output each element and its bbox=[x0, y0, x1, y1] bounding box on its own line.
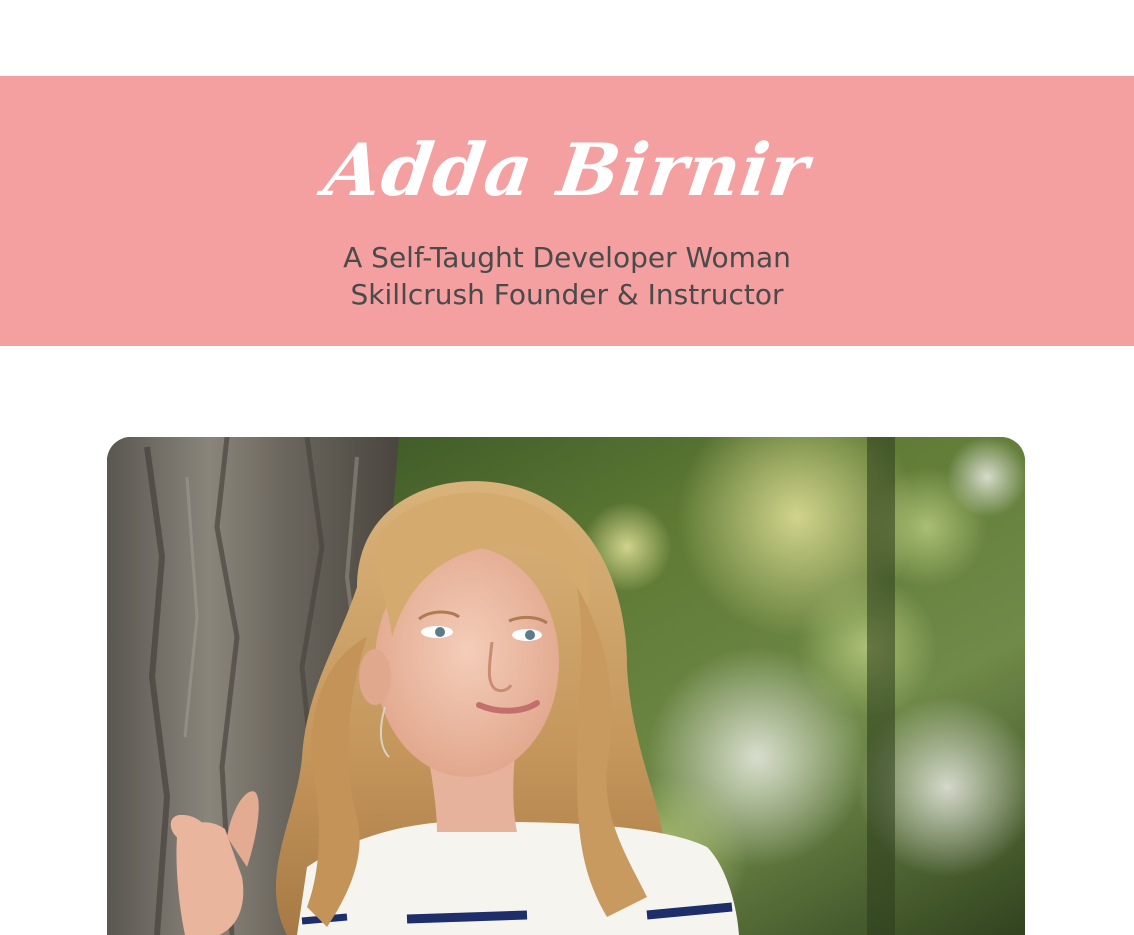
portrait-photo-icon bbox=[107, 437, 1025, 935]
header-banner: Adda Birnir A Self-Taught Developer Woma… bbox=[0, 76, 1134, 346]
hero-portrait-photo bbox=[107, 437, 1025, 935]
site-title: Adda Birnir bbox=[319, 127, 815, 212]
tagline-line-2: Skillcrush Founder & Instructor bbox=[350, 278, 784, 311]
page: Adda Birnir A Self-Taught Developer Woma… bbox=[0, 0, 1134, 935]
tagline-line-1: A Self-Taught Developer Woman bbox=[343, 241, 791, 274]
